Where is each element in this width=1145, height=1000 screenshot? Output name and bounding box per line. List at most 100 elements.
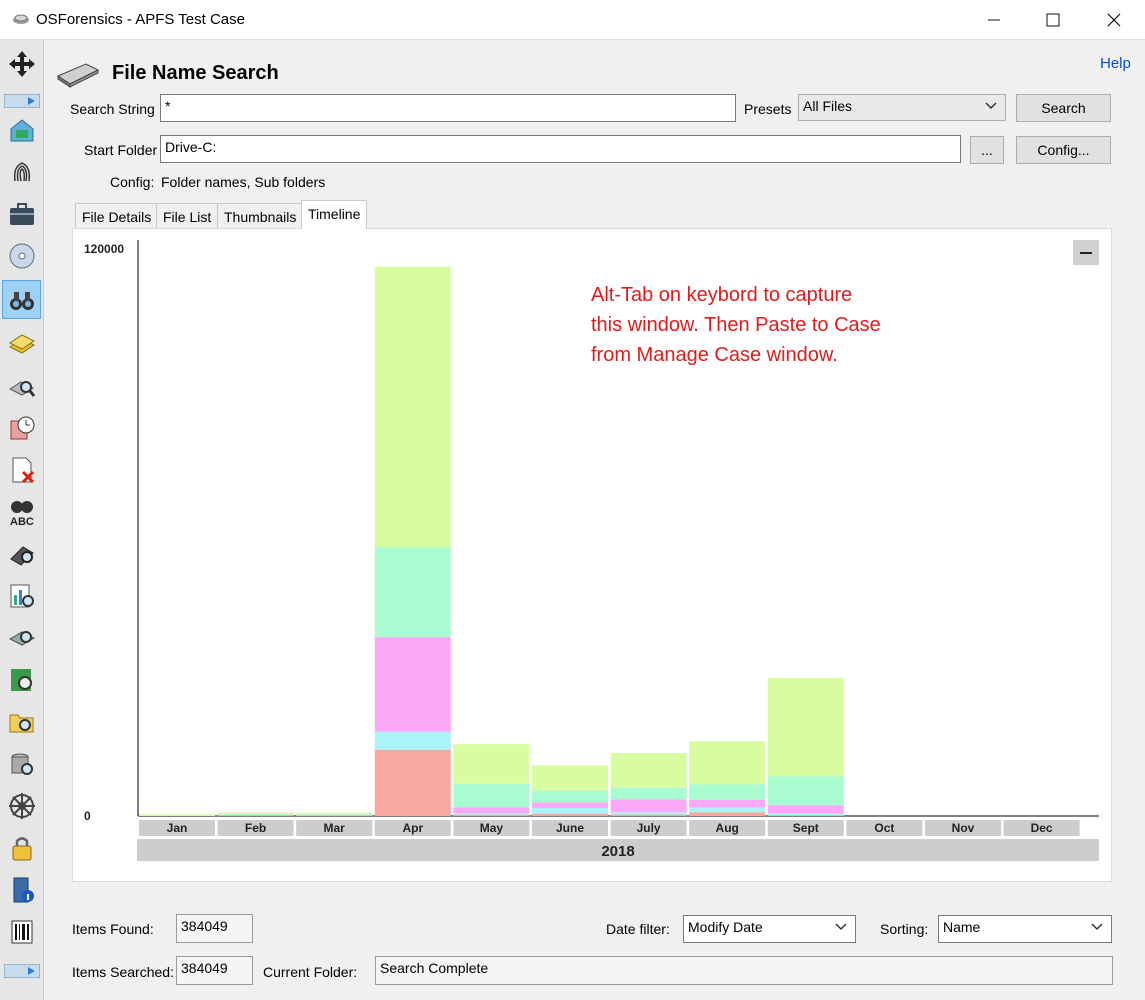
minimize-icon	[988, 19, 1000, 21]
x-tick-label: Nov	[952, 821, 975, 835]
bar-segment	[374, 637, 451, 732]
mismatch-search-icon	[10, 668, 32, 691]
bar-segment	[689, 784, 766, 800]
x-tick-label: Mar	[324, 821, 346, 835]
svg-text:ABC: ABC	[10, 516, 34, 527]
sidebar-item-raw-disk[interactable]	[2, 744, 41, 783]
sidebar-item-deleted-files[interactable]	[2, 450, 41, 489]
config-label: Config:	[110, 174, 155, 190]
x-tick-label: July	[637, 821, 661, 835]
workflow-icon	[10, 118, 33, 141]
presets-value: All Files	[803, 98, 853, 114]
recent-activity-icon	[10, 416, 34, 439]
close-icon	[1107, 13, 1121, 27]
search-button[interactable]: Search	[1016, 94, 1111, 122]
case-briefcase-icon	[9, 202, 34, 225]
module-sidebar: ABC	[0, 40, 44, 1000]
sidebar-scroll-up[interactable]	[4, 94, 40, 108]
sidebar-item-hash[interactable]	[2, 152, 41, 191]
browse-button[interactable]: ...	[970, 136, 1004, 164]
sidebar-item-password[interactable]	[2, 534, 41, 573]
fingerprint-icon	[13, 161, 30, 181]
tab-file-details[interactable]: File Details	[75, 203, 159, 228]
bar-segment	[610, 787, 687, 800]
sidebar-item-navigate[interactable]	[2, 44, 41, 83]
deleted-files-icon	[12, 457, 34, 483]
config-button[interactable]: Config...	[1016, 136, 1111, 164]
items-found-label: Items Found:	[72, 921, 154, 937]
bar-segment	[767, 805, 844, 814]
bar-segment	[532, 802, 608, 808]
sidebar-item-recent-activity[interactable]	[2, 408, 41, 447]
x-tick-label: June	[556, 821, 584, 835]
bar-segment	[453, 744, 530, 784]
sidebar-item-file-name-search[interactable]	[2, 280, 41, 319]
annotation-line: this window. Then Paste to Case	[591, 314, 881, 336]
sidebar-item-disk[interactable]	[2, 236, 41, 275]
x-tick-label: Aug	[716, 821, 739, 835]
help-link[interactable]: Help	[1100, 55, 1131, 72]
sidebar-item-drive-search[interactable]	[2, 366, 41, 405]
presets-label: Presets	[744, 101, 792, 117]
tab-timeline[interactable]: Timeline	[301, 200, 368, 229]
sorting-label: Sorting:	[880, 921, 929, 937]
sidebar-item-barcode[interactable]	[2, 912, 41, 951]
annotation-line: from Manage Case window.	[591, 344, 838, 366]
x-tick-label: Jan	[167, 821, 188, 835]
bar-segment	[532, 790, 608, 803]
bar-segment	[689, 799, 766, 808]
sidebar-item-string-search[interactable]: ABC	[2, 492, 41, 531]
x-tick-label: Dec	[1031, 821, 1053, 835]
raw-disk-icon	[11, 753, 33, 775]
tab-thumbnails[interactable]: Thumbnails	[217, 203, 304, 228]
sidebar-item-lock[interactable]	[2, 828, 41, 867]
sidebar-item-memory[interactable]	[2, 618, 41, 657]
annotation-text: Alt-Tab on keybord to capture this windo…	[591, 280, 951, 370]
collapse-button[interactable]	[1073, 240, 1099, 265]
chevron-down-icon	[1091, 923, 1103, 931]
bar-segment	[767, 815, 844, 816]
abc-search-icon: ABC	[10, 500, 34, 527]
date-filter-label: Date filter:	[606, 921, 670, 937]
year-label: 2018	[601, 843, 634, 860]
binoculars-icon	[9, 291, 34, 310]
bar-segment	[767, 813, 844, 816]
bar-segment	[610, 814, 687, 816]
y-tick-label: 0	[84, 809, 91, 823]
items-found-value: 384049	[176, 914, 253, 943]
bar-segment	[689, 807, 766, 813]
search-string-input[interactable]: *	[160, 94, 736, 122]
app-icon	[13, 14, 29, 24]
sidebar-item-registry[interactable]	[2, 786, 41, 825]
bar-segment	[610, 812, 687, 815]
minimize-button[interactable]	[971, 0, 1017, 40]
x-tick-label: May	[480, 821, 504, 835]
sidebar-item-workflow[interactable]	[2, 110, 41, 149]
tab-file-list[interactable]: File List	[156, 203, 219, 228]
sidebar-item-indexing[interactable]	[2, 324, 41, 363]
maximize-icon	[1046, 13, 1060, 27]
sidebar-item-system-info[interactable]	[2, 870, 41, 909]
bar-segment	[139, 814, 215, 816]
sidebar-item-mismatch[interactable]	[2, 660, 41, 699]
bar-segment	[374, 731, 451, 750]
bar-segment	[296, 812, 373, 815]
date-filter-select[interactable]: Modify Date	[683, 915, 856, 943]
sidebar-scroll-down[interactable]	[4, 964, 40, 978]
x-tick-label: Oct	[874, 821, 894, 835]
start-folder-input[interactable]: Drive-C:	[160, 135, 961, 163]
close-button[interactable]	[1091, 0, 1137, 40]
navigate-icon	[8, 50, 35, 77]
current-folder-label: Current Folder:	[263, 964, 358, 980]
page-title: File Name Search	[112, 62, 279, 84]
y-tick-label: 120000	[84, 242, 124, 256]
sidebar-item-folder-search[interactable]	[2, 702, 41, 741]
bar-segment	[767, 677, 844, 777]
sidebar-item-case[interactable]	[2, 194, 41, 233]
sidebar-item-chart-search[interactable]	[2, 576, 41, 615]
bar-segment	[689, 812, 766, 816]
presets-select[interactable]: All Files	[798, 94, 1006, 121]
sorting-select[interactable]: Name	[938, 915, 1112, 943]
lock-icon	[12, 836, 31, 860]
maximize-button[interactable]	[1030, 0, 1076, 40]
